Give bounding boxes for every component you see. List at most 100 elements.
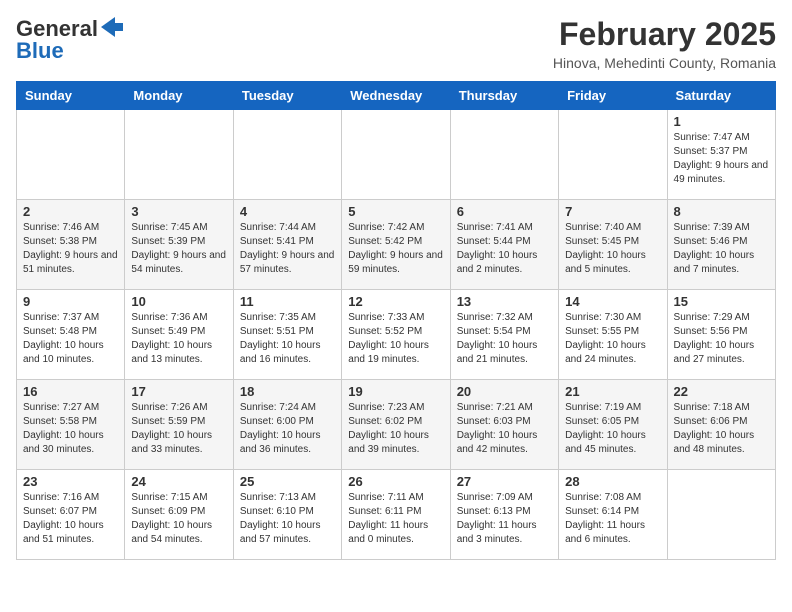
location: Hinova, Mehedinti County, Romania <box>553 55 776 71</box>
calendar-day-cell: 11Sunrise: 7:35 AM Sunset: 5:51 PM Dayli… <box>233 290 341 380</box>
calendar-day-cell: 1 Sunrise: 7:47 AM Sunset: 5:37 PM Daylig… <box>667 110 775 200</box>
calendar-day-cell: 2 Sunrise: 7:46 AM Sunset: 5:38 PM Daylig… <box>17 200 125 290</box>
day-number: 18 <box>240 384 335 399</box>
day-number: 13 <box>457 294 552 309</box>
calendar-day-cell: 13 Sunrise: 7:32 AM Sunset: 5:54 PM Dayli… <box>450 290 558 380</box>
calendar-week-row: 1 Sunrise: 7:47 AM Sunset: 5:37 PM Daylig… <box>17 110 776 200</box>
day-number: 22 <box>674 384 769 399</box>
calendar-day-cell: 6Sunrise: 7:41 AM Sunset: 5:44 PM Daylig… <box>450 200 558 290</box>
calendar-week-row: 16 Sunrise: 7:27 AM Sunset: 5:58 PM Dayli… <box>17 380 776 470</box>
weekday-header: Thursday <box>450 82 558 110</box>
day-info: Sunrise: 7:16 AM Sunset: 6:07 PM Dayligh… <box>23 491 118 547</box>
calendar-day-cell: 5Sunrise: 7:42 AM Sunset: 5:42 PM Daylig… <box>342 200 450 290</box>
day-number: 17 <box>131 384 226 399</box>
month-year: February 2025 <box>553 16 776 53</box>
calendar-header-row: SundayMondayTuesdayWednesdayThursdayFrid… <box>17 82 776 110</box>
calendar-day-cell: 27Sunrise: 7:09 AM Sunset: 6:13 PM Dayli… <box>450 470 558 560</box>
calendar-day-cell: 25 Sunrise: 7:13 AM Sunset: 6:10 PM Dayli… <box>233 470 341 560</box>
calendar-day-cell: 10 Sunrise: 7:36 AM Sunset: 5:49 PM Dayli… <box>125 290 233 380</box>
day-info: Sunrise: 7:40 AM Sunset: 5:45 PM Dayligh… <box>565 221 660 277</box>
calendar-day-cell: 22 Sunrise: 7:18 AM Sunset: 6:06 PM Dayli… <box>667 380 775 470</box>
day-info: Sunrise: 7:29 AM Sunset: 5:56 PM Dayligh… <box>674 311 769 367</box>
calendar-day-cell: 21 Sunrise: 7:19 AM Sunset: 6:05 PM Dayli… <box>559 380 667 470</box>
calendar-day-cell: 4 Sunrise: 7:44 AM Sunset: 5:41 PM Daylig… <box>233 200 341 290</box>
day-number: 12 <box>348 294 443 309</box>
day-info: Sunrise: 7:46 AM Sunset: 5:38 PM Dayligh… <box>23 221 118 277</box>
calendar-day-cell <box>342 110 450 200</box>
day-number: 15 <box>674 294 769 309</box>
day-info: Sunrise: 7:47 AM Sunset: 5:37 PM Dayligh… <box>674 131 769 187</box>
day-number: 19 <box>348 384 443 399</box>
calendar-day-cell: 23 Sunrise: 7:16 AM Sunset: 6:07 PM Dayli… <box>17 470 125 560</box>
day-info: Sunrise: 7:39 AM Sunset: 5:46 PM Dayligh… <box>674 221 769 277</box>
day-number: 4 <box>240 204 335 219</box>
calendar-day-cell: 14 Sunrise: 7:30 AM Sunset: 5:55 PM Dayli… <box>559 290 667 380</box>
calendar-day-cell: 12Sunrise: 7:33 AM Sunset: 5:52 PM Dayli… <box>342 290 450 380</box>
calendar-day-cell: 24 Sunrise: 7:15 AM Sunset: 6:09 PM Dayli… <box>125 470 233 560</box>
day-number: 25 <box>240 474 335 489</box>
calendar-day-cell <box>559 110 667 200</box>
calendar-day-cell: 3Sunrise: 7:45 AM Sunset: 5:39 PM Daylig… <box>125 200 233 290</box>
day-number: 7 <box>565 204 660 219</box>
calendar-day-cell: 17 Sunrise: 7:26 AM Sunset: 5:59 PM Dayli… <box>125 380 233 470</box>
weekday-header: Wednesday <box>342 82 450 110</box>
day-info: Sunrise: 7:26 AM Sunset: 5:59 PM Dayligh… <box>131 401 226 457</box>
day-info: Sunrise: 7:36 AM Sunset: 5:49 PM Dayligh… <box>131 311 226 367</box>
day-number: 23 <box>23 474 118 489</box>
day-info: Sunrise: 7:13 AM Sunset: 6:10 PM Dayligh… <box>240 491 335 547</box>
calendar-day-cell: 28 Sunrise: 7:08 AM Sunset: 6:14 PM Dayli… <box>559 470 667 560</box>
calendar-day-cell: 7 Sunrise: 7:40 AM Sunset: 5:45 PM Daylig… <box>559 200 667 290</box>
calendar-day-cell: 16 Sunrise: 7:27 AM Sunset: 5:58 PM Dayli… <box>17 380 125 470</box>
day-info: Sunrise: 7:19 AM Sunset: 6:05 PM Dayligh… <box>565 401 660 457</box>
weekday-header: Monday <box>125 82 233 110</box>
title-area: February 2025 Hinova, Mehedinti County, … <box>553 16 776 71</box>
day-info: Sunrise: 7:15 AM Sunset: 6:09 PM Dayligh… <box>131 491 226 547</box>
calendar-day-cell <box>233 110 341 200</box>
day-info: Sunrise: 7:18 AM Sunset: 6:06 PM Dayligh… <box>674 401 769 457</box>
day-number: 24 <box>131 474 226 489</box>
weekday-header: Saturday <box>667 82 775 110</box>
day-number: 1 <box>674 114 769 129</box>
day-number: 10 <box>131 294 226 309</box>
day-number: 2 <box>23 204 118 219</box>
day-info: Sunrise: 7:27 AM Sunset: 5:58 PM Dayligh… <box>23 401 118 457</box>
calendar-day-cell: 18Sunrise: 7:24 AM Sunset: 6:00 PM Dayli… <box>233 380 341 470</box>
day-info: Sunrise: 7:44 AM Sunset: 5:41 PM Dayligh… <box>240 221 335 277</box>
day-number: 6 <box>457 204 552 219</box>
day-number: 20 <box>457 384 552 399</box>
day-number: 21 <box>565 384 660 399</box>
day-number: 9 <box>23 294 118 309</box>
day-info: Sunrise: 7:11 AM Sunset: 6:11 PM Dayligh… <box>348 491 443 547</box>
day-info: Sunrise: 7:32 AM Sunset: 5:54 PM Dayligh… <box>457 311 552 367</box>
day-info: Sunrise: 7:23 AM Sunset: 6:02 PM Dayligh… <box>348 401 443 457</box>
day-number: 11 <box>240 294 335 309</box>
calendar-week-row: 9 Sunrise: 7:37 AM Sunset: 5:48 PM Daylig… <box>17 290 776 380</box>
calendar-day-cell <box>125 110 233 200</box>
day-number: 16 <box>23 384 118 399</box>
weekday-header: Sunday <box>17 82 125 110</box>
calendar-day-cell: 15 Sunrise: 7:29 AM Sunset: 5:56 PM Dayli… <box>667 290 775 380</box>
calendar-week-row: 23 Sunrise: 7:16 AM Sunset: 6:07 PM Dayli… <box>17 470 776 560</box>
logo-blue: Blue <box>16 38 64 64</box>
calendar-day-cell: 8 Sunrise: 7:39 AM Sunset: 5:46 PM Daylig… <box>667 200 775 290</box>
weekday-header: Tuesday <box>233 82 341 110</box>
logo-arrow-icon <box>101 17 123 37</box>
day-number: 8 <box>674 204 769 219</box>
day-number: 28 <box>565 474 660 489</box>
day-number: 5 <box>348 204 443 219</box>
calendar-day-cell: 19 Sunrise: 7:23 AM Sunset: 6:02 PM Dayli… <box>342 380 450 470</box>
header: General Blue February 2025 Hinova, Mehed… <box>16 16 776 71</box>
calendar-day-cell <box>17 110 125 200</box>
day-number: 14 <box>565 294 660 309</box>
day-info: Sunrise: 7:08 AM Sunset: 6:14 PM Dayligh… <box>565 491 660 547</box>
calendar-day-cell: 20Sunrise: 7:21 AM Sunset: 6:03 PM Dayli… <box>450 380 558 470</box>
day-number: 3 <box>131 204 226 219</box>
calendar-day-cell <box>450 110 558 200</box>
calendar-day-cell <box>667 470 775 560</box>
logo: General Blue <box>16 16 123 64</box>
weekday-header: Friday <box>559 82 667 110</box>
calendar-week-row: 2 Sunrise: 7:46 AM Sunset: 5:38 PM Daylig… <box>17 200 776 290</box>
day-info: Sunrise: 7:37 AM Sunset: 5:48 PM Dayligh… <box>23 311 118 367</box>
day-number: 27 <box>457 474 552 489</box>
day-info: Sunrise: 7:30 AM Sunset: 5:55 PM Dayligh… <box>565 311 660 367</box>
